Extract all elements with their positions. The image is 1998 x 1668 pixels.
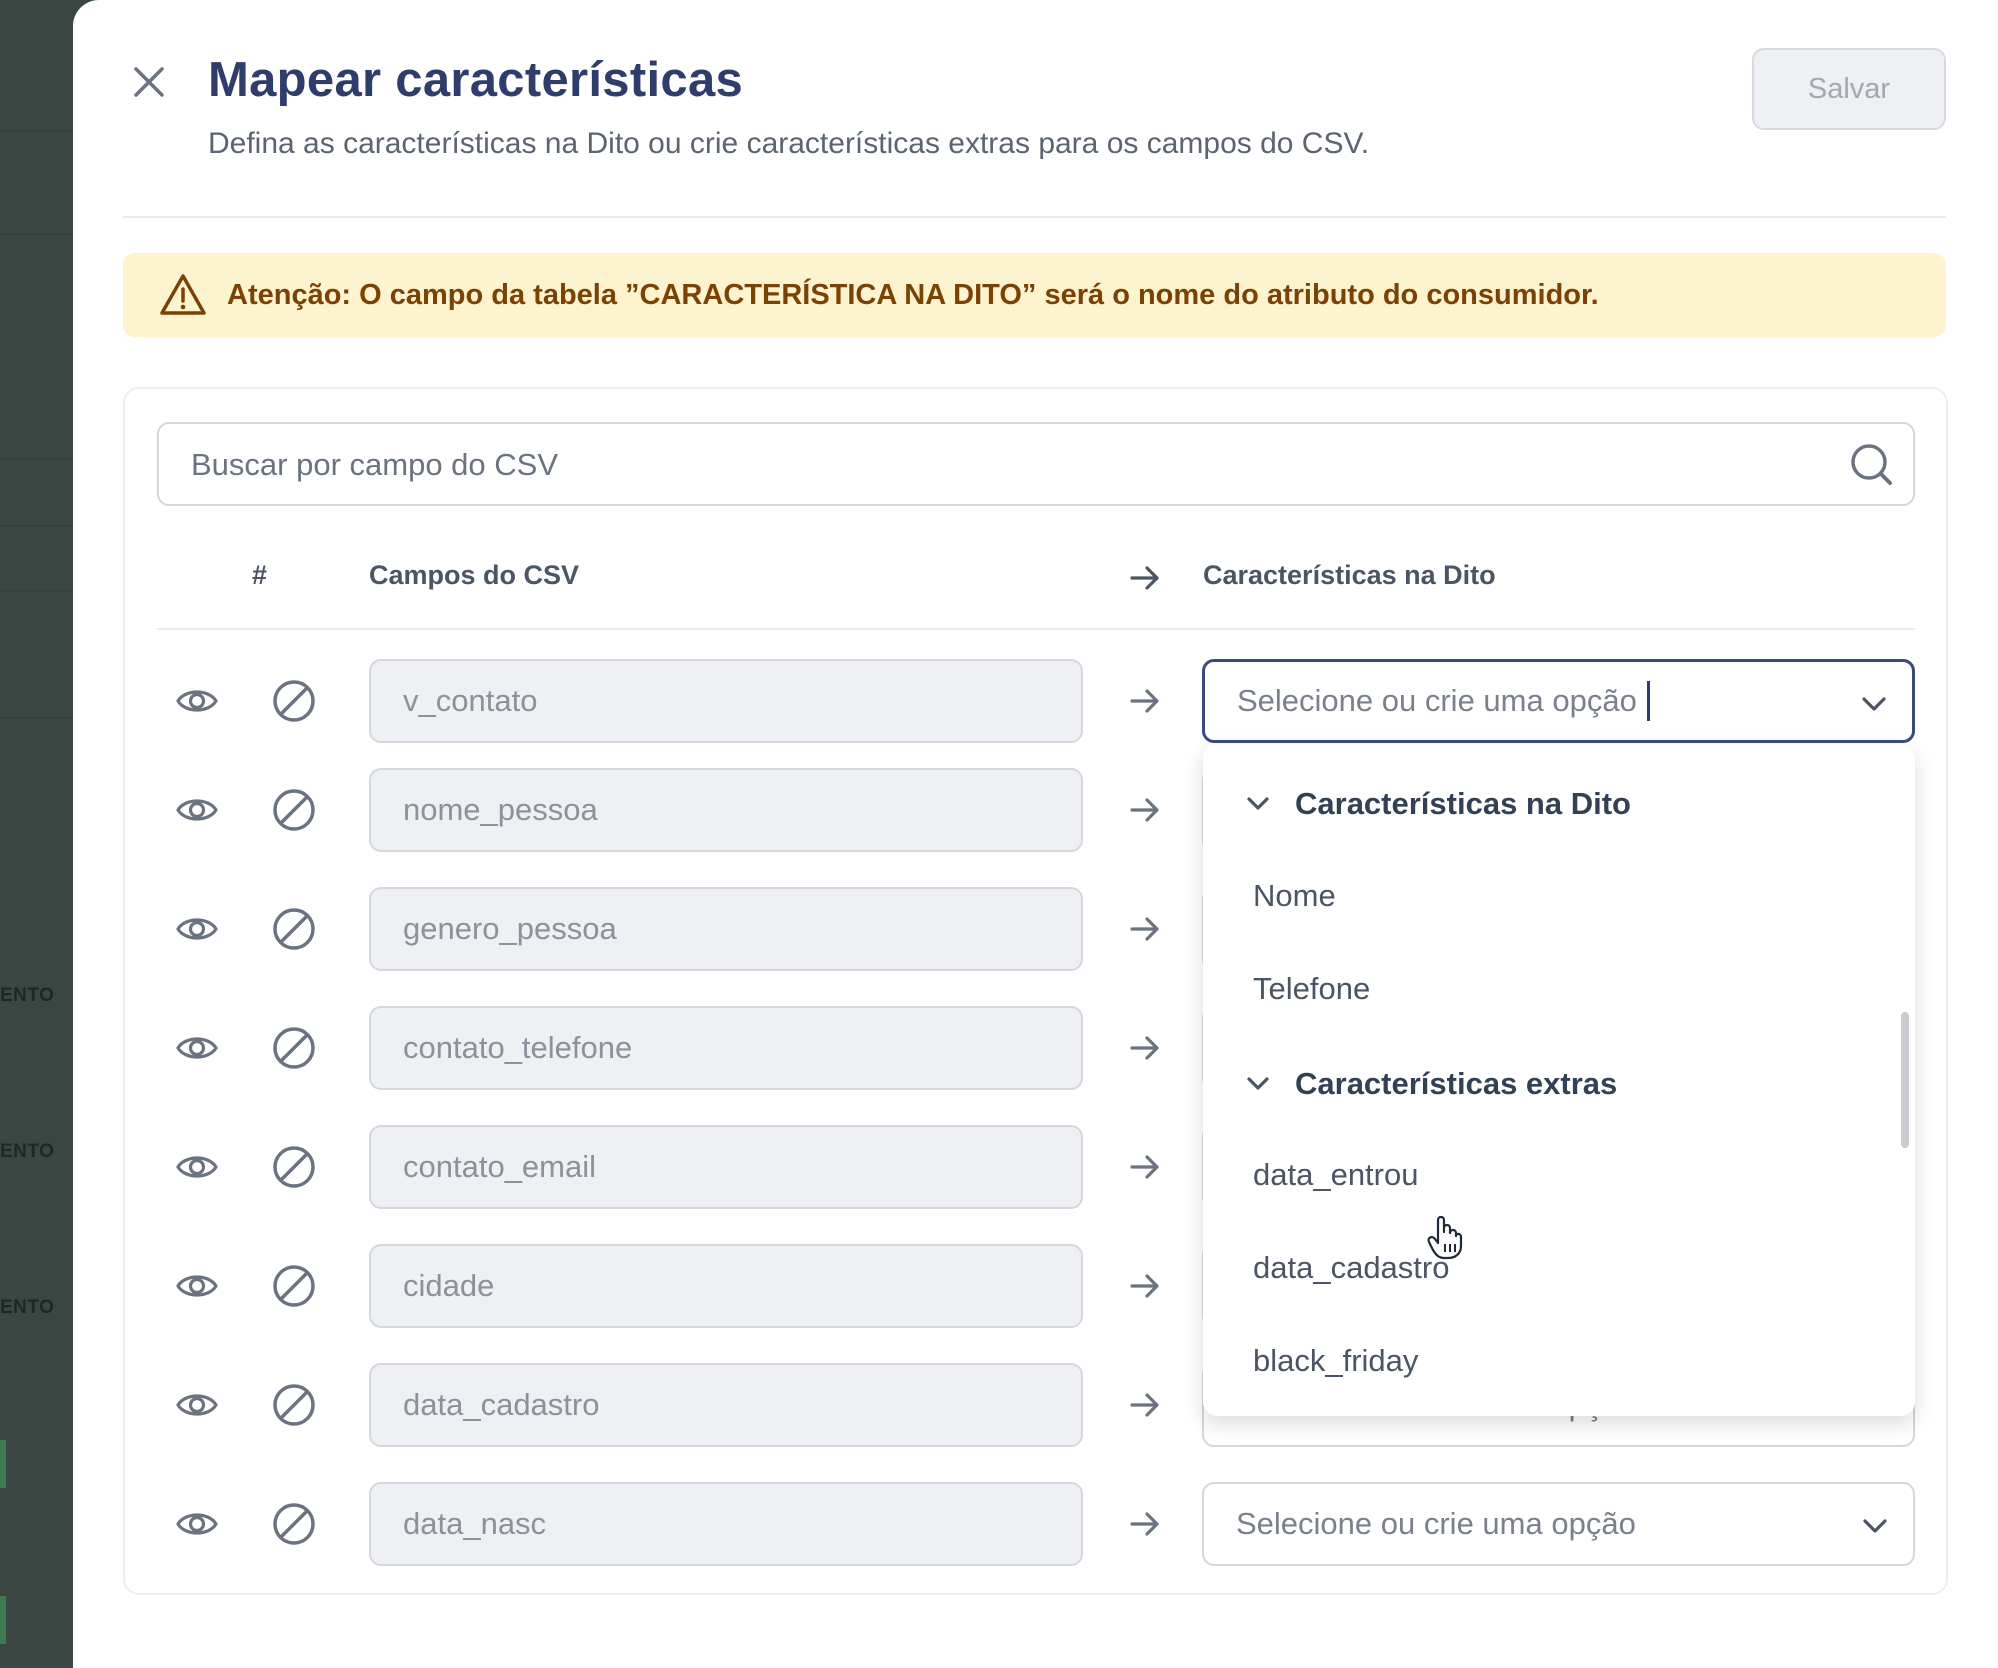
feature-select[interactable]: Selecione ou crie uma opção [1202, 1482, 1915, 1566]
dropdown-group-label: Características na Dito [1295, 786, 1631, 821]
csv-field-input[interactable]: genero_pessoa [369, 887, 1083, 971]
dropdown-item[interactable]: Telefone [1253, 971, 1370, 1007]
eye-icon[interactable] [175, 907, 219, 951]
search-input[interactable] [189, 424, 1793, 506]
dropdown-item[interactable]: data_cadastro [1253, 1250, 1449, 1286]
eye-icon[interactable] [175, 1383, 219, 1427]
table-row: data_nasc Selecione ou crie uma opção [157, 1482, 1915, 1566]
dropdown-item[interactable]: data_entrou [1253, 1157, 1418, 1193]
csv-field-value: contato_telefone [403, 1030, 633, 1065]
warning-alert: Atenção: O campo da tabela ”CARACTERÍSTI… [123, 253, 1946, 337]
dropdown-group-extras[interactable]: Características extras [1243, 1066, 1617, 1102]
arrow-right-icon [1130, 1155, 1159, 1179]
eye-icon[interactable] [175, 1145, 219, 1189]
csv-field-input[interactable]: data_cadastro [369, 1363, 1083, 1447]
eye-icon[interactable] [175, 1264, 219, 1308]
feature-dropdown-menu: Características na Dito Nome Telefone Ca… [1203, 744, 1915, 1416]
warning-text: Atenção: O campo da tabela ”CARACTERÍSTI… [227, 278, 1599, 311]
arrow-right-icon [1130, 566, 1159, 590]
close-icon [134, 67, 164, 97]
header-divider [123, 216, 1946, 218]
table-row: v_contato Selecione ou crie uma opção [157, 659, 1915, 743]
feature-select[interactable]: Selecione ou crie uma opção [1202, 659, 1915, 743]
warning-icon [160, 274, 206, 315]
modal-subtitle: Defina as características na Dito ou cri… [208, 127, 1370, 160]
dropdown-group-label: Características extras [1295, 1066, 1618, 1101]
ban-icon[interactable] [270, 677, 318, 725]
arrow-right-icon [1130, 798, 1159, 822]
ban-icon[interactable] [270, 1024, 318, 1072]
column-header-index: # [252, 560, 268, 590]
csv-field-input[interactable]: data_nasc [369, 1482, 1083, 1566]
eye-icon[interactable] [175, 1026, 219, 1070]
search-icon[interactable] [1849, 442, 1895, 488]
arrow-right-icon [1130, 689, 1159, 713]
ban-icon[interactable] [270, 786, 318, 834]
csv-field-input[interactable]: contato_email [369, 1125, 1083, 1209]
chevron-down-icon [1247, 1077, 1269, 1090]
chevron-down-icon [1863, 1519, 1887, 1533]
ban-icon[interactable] [270, 905, 318, 953]
csv-field-value: cidade [403, 1268, 495, 1303]
csv-field-value: contato_email [403, 1149, 597, 1184]
csv-field-value: v_contato [403, 683, 538, 718]
background-indicator [0, 1596, 6, 1644]
arrow-right-icon [1130, 1036, 1159, 1060]
save-button[interactable]: Salvar [1752, 48, 1946, 130]
csv-field-input[interactable]: v_contato [369, 659, 1083, 743]
modal-title: Mapear características [208, 53, 744, 107]
background-tag: ENTO [0, 1141, 55, 1162]
csv-field-value: data_cadastro [403, 1387, 600, 1422]
feature-select-placeholder: Selecione ou crie uma opção [1236, 1506, 1636, 1541]
arrow-right-icon [1130, 1274, 1159, 1298]
hand-cursor-icon [1427, 1215, 1463, 1260]
eye-icon[interactable] [175, 679, 219, 723]
dropdown-item[interactable]: black_friday [1253, 1343, 1418, 1379]
eye-icon[interactable] [175, 1502, 219, 1546]
dropdown-scrollbar[interactable] [1901, 1012, 1909, 1148]
text-caret [1646, 681, 1650, 721]
csv-field-input[interactable]: nome_pessoa [369, 768, 1083, 852]
background-tag: ENTO [0, 985, 55, 1006]
csv-field-input[interactable]: cidade [369, 1244, 1083, 1328]
csv-field-value: data_nasc [403, 1506, 547, 1541]
search-box [157, 422, 1915, 506]
dropdown-item[interactable]: Nome [1253, 878, 1336, 914]
ban-icon[interactable] [270, 1381, 318, 1429]
csv-field-value: genero_pessoa [403, 911, 617, 946]
background-indicator [0, 1440, 6, 1488]
column-header-csv-fields: Campos do CSV [369, 560, 580, 590]
table-header-divider [157, 628, 1915, 630]
chevron-down-icon [1862, 697, 1886, 711]
ban-icon[interactable] [270, 1262, 318, 1310]
feature-select-placeholder: Selecione ou crie uma opção [1237, 683, 1637, 718]
arrow-right-icon [1130, 1512, 1159, 1536]
csv-field-value: nome_pessoa [403, 792, 598, 827]
dropdown-group-dito[interactable]: Características na Dito [1243, 786, 1631, 822]
close-button[interactable] [127, 60, 171, 104]
eye-icon[interactable] [175, 788, 219, 832]
csv-field-input[interactable]: contato_telefone [369, 1006, 1083, 1090]
arrow-right-icon [1130, 1393, 1159, 1417]
ban-icon[interactable] [270, 1500, 318, 1548]
arrow-right-icon [1130, 917, 1159, 941]
ban-icon[interactable] [270, 1143, 318, 1191]
background-tag: ENTO [0, 1297, 55, 1318]
chevron-down-icon [1247, 797, 1269, 810]
column-header-dito-features: Características na Dito [1203, 560, 1496, 590]
